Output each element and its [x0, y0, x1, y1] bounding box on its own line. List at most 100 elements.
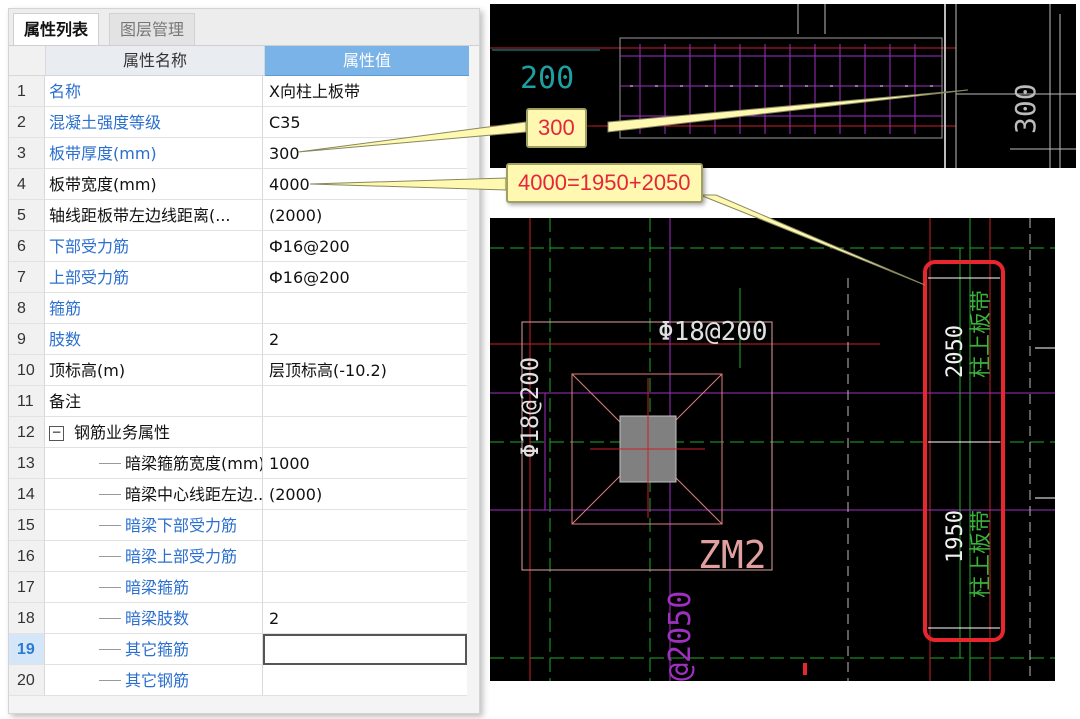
row-number: 19	[9, 634, 45, 665]
property-name-text: 名称	[49, 82, 82, 101]
property-grid: 属性名称 属性值 1 名称 X向柱上板带 2 混凝土强度等级 C35 3 板带厚度(mm) 30…	[9, 46, 479, 696]
property-row[interactable]: 17 暗梁箍筋	[9, 572, 479, 603]
property-row[interactable]: 16 暗梁上部受力筋	[9, 541, 479, 572]
property-value[interactable]: 300	[263, 138, 467, 169]
property-value[interactable]: 4000	[263, 169, 467, 200]
rebar-vertical-label: Φ18@200	[516, 357, 544, 458]
property-value[interactable]	[263, 417, 467, 448]
property-row[interactable]: 10 顶标高(m) 层顶标高(-10.2)	[9, 355, 479, 386]
property-value[interactable]: C35	[263, 107, 467, 138]
red-marker	[803, 663, 807, 675]
property-name-text: 钢筋业务属性	[74, 423, 171, 442]
collapse-toggle-icon[interactable]: −	[49, 426, 64, 441]
tree-connector-line	[99, 680, 121, 681]
property-value[interactable]: (2000)	[263, 479, 467, 510]
property-row[interactable]: 19 其它箍筋	[9, 634, 479, 665]
row-number: 9	[9, 324, 45, 355]
property-value[interactable]: 2	[263, 324, 467, 355]
property-row[interactable]: 2 混凝土强度等级 C35	[9, 107, 479, 138]
property-name: 其它箍筋	[45, 634, 263, 665]
property-value[interactable]: Ф16@200	[263, 262, 467, 293]
property-name-text: 其它箍筋	[125, 640, 190, 659]
property-name: 暗梁下部受力筋	[45, 510, 263, 541]
property-name: 轴线距板带左边线距离(...	[45, 200, 263, 231]
property-name-text: 暗梁下部受力筋	[125, 516, 238, 535]
property-row[interactable]: 7 上部受力筋 Ф16@200	[9, 262, 479, 293]
property-name: 备注	[45, 386, 263, 417]
row-number: 1	[9, 76, 45, 107]
property-value[interactable]: 2	[263, 603, 467, 634]
property-value[interactable]: 层顶标高(-10.2)	[263, 355, 467, 386]
property-name: 暗梁中心线距左边...	[45, 479, 263, 510]
strip-label-upper: 柱上板带	[969, 290, 994, 378]
property-value[interactable]: (2000)	[263, 200, 467, 231]
property-value[interactable]	[263, 541, 467, 572]
row-number: 10	[9, 355, 45, 386]
property-value[interactable]	[263, 665, 467, 696]
dimension-2050-label: 2050	[943, 325, 968, 378]
property-value[interactable]	[263, 386, 467, 417]
property-row[interactable]: 9 肢数 2	[9, 324, 479, 355]
tree-connector-line	[99, 525, 121, 526]
property-name: 板带宽度(mm)	[45, 169, 263, 200]
tab-property-list[interactable]: 属性列表	[13, 13, 100, 45]
row-number: 18	[9, 603, 45, 634]
strip-label-lower: 柱上板带	[969, 510, 994, 598]
row-number: 7	[9, 262, 45, 293]
property-name: 暗梁箍筋宽度(mm)	[45, 448, 263, 479]
row-number: 11	[9, 386, 45, 417]
property-name-text: 暗梁箍筋宽度(mm)	[125, 454, 263, 473]
property-row[interactable]: 1 名称 X向柱上板带	[9, 76, 479, 107]
property-row[interactable]: 5 轴线距板带左边线距离(... (2000)	[9, 200, 479, 231]
dimension-1950-label: 1950	[943, 510, 968, 563]
property-value[interactable]	[263, 510, 467, 541]
property-name: 顶标高(m)	[45, 355, 263, 386]
property-name-text: 暗梁中心线距左边...	[125, 485, 263, 504]
property-name: 箍筋	[45, 293, 263, 324]
panel-tabs: 属性列表 图层管理	[9, 9, 479, 46]
property-row[interactable]: 20 其它钢筋	[9, 665, 479, 696]
property-row[interactable]: 8 箍筋	[9, 293, 479, 324]
property-name-text: 顶标高(m)	[49, 361, 126, 380]
row-number: 5	[9, 200, 45, 231]
property-row[interactable]: 15 暗梁下部受力筋	[9, 510, 479, 541]
property-name-text: 板带宽度(mm)	[49, 175, 157, 194]
row-number: 20	[9, 665, 45, 696]
property-row[interactable]: 3 板带厚度(mm) 300	[9, 138, 479, 169]
tree-connector-line	[99, 494, 121, 495]
callout-width-breakdown: 4000=1950+2050	[506, 163, 703, 203]
property-row[interactable]: 14 暗梁中心线距左边... (2000)	[9, 479, 479, 510]
property-row[interactable]: 11 备注	[9, 386, 479, 417]
property-row[interactable]: 18 暗梁肢数 2	[9, 603, 479, 634]
property-row[interactable]: 6 下部受力筋 Ф16@200	[9, 231, 479, 262]
rebar-horizontal-label: Φ18@200	[658, 317, 768, 347]
row-number: 4	[9, 169, 45, 200]
property-value[interactable]	[263, 572, 467, 603]
property-name-text: 暗梁上部受力筋	[125, 547, 238, 566]
property-row[interactable]: 4 板带宽度(mm) 4000	[9, 169, 479, 200]
property-name: 肢数	[45, 324, 263, 355]
property-name-text: 轴线距板带左边线距离(...	[49, 206, 231, 225]
row-number-header	[9, 46, 46, 76]
row-number: 14	[9, 479, 45, 510]
property-value[interactable]: 1000	[263, 448, 467, 479]
row-number: 17	[9, 572, 45, 603]
column-label-zm2: ZM2	[698, 533, 767, 577]
property-name: 混凝土强度等级	[45, 107, 263, 138]
property-name-text: 混凝土强度等级	[49, 113, 162, 132]
cad-plan-view[interactable]: Φ18@200 Φ18@200 ZM2 @2050 2050 1950 柱上板带…	[490, 218, 1055, 681]
tab-layer-management[interactable]: 图层管理	[109, 13, 196, 45]
property-value[interactable]	[263, 293, 467, 324]
partial-rebar-label: @2050	[663, 591, 698, 681]
dimension-300-label: 300	[1009, 83, 1042, 134]
property-value[interactable]: X向柱上板带	[263, 76, 467, 107]
property-value-editor[interactable]	[263, 634, 467, 665]
tree-connector-line	[99, 587, 121, 588]
dimension-200-label: 200	[520, 61, 574, 96]
property-value[interactable]: Ф16@200	[263, 231, 467, 262]
row-number: 2	[9, 107, 45, 138]
property-row[interactable]: 12− 钢筋业务属性	[9, 417, 479, 448]
property-name-text: 上部受力筋	[49, 268, 130, 287]
row-number: 12	[9, 417, 45, 448]
property-row[interactable]: 13 暗梁箍筋宽度(mm) 1000	[9, 448, 479, 479]
